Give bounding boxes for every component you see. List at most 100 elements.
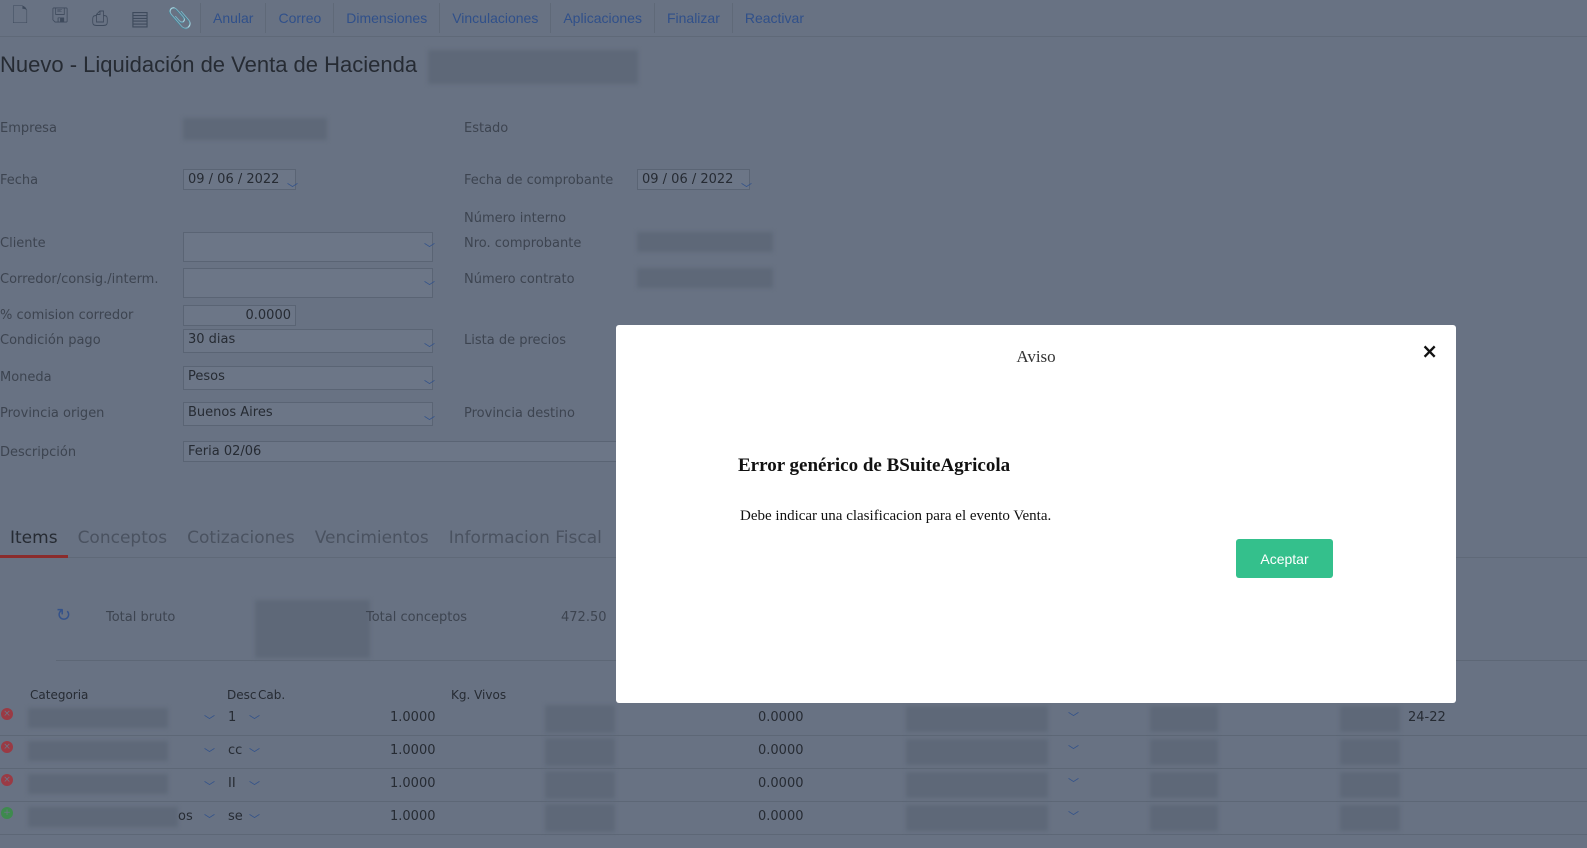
tab-cotizaciones[interactable]: Cotizaciones [177,524,305,558]
remove-row-icon[interactable]: × [1,774,13,786]
cab-value[interactable]: 1.0000 [390,710,436,725]
redacted [1340,772,1400,798]
chevron-down-icon[interactable]: ﹀ [249,811,260,827]
corredor-label: Corredor/consig./interm. [0,272,159,287]
attach-icon[interactable]: 📎 [160,3,200,33]
lista-precios-label: Lista de precios [464,333,567,348]
redacted [1150,706,1218,732]
chevron-down-icon[interactable]: ﹀ [287,180,298,196]
chevron-down-icon[interactable]: ﹀ [424,340,435,356]
cab-value[interactable]: 1.0000 [390,809,436,824]
remove-row-icon[interactable]: × [1,741,13,753]
save-icon[interactable]: 🖫 [40,3,80,33]
value-2[interactable]: 0.0000 [758,809,804,824]
tab-informacion-fiscal[interactable]: Informacion Fiscal [439,524,612,558]
tab-conceptos[interactable]: Conceptos [68,524,178,558]
chevron-down-icon[interactable]: ﹀ [249,745,260,761]
chevron-down-icon[interactable]: ﹀ [424,278,435,294]
tab-vencimientos[interactable]: Vencimientos [305,524,439,558]
categoria-select[interactable] [28,708,168,728]
chevron-down-icon[interactable]: ﹀ [1068,808,1079,824]
desc-value[interactable]: se [228,809,243,824]
chevron-down-icon[interactable]: ﹀ [1068,709,1079,725]
fecha-input[interactable]: 09 / 06 / 2022 [183,169,296,190]
nro-comprobante-input[interactable] [637,232,773,252]
report-icon[interactable]: ▤ [120,3,160,33]
total-conceptos-value: 472.50 [561,610,607,625]
provincia-origen-select[interactable]: Buenos Aires [183,402,433,426]
redacted [1150,739,1218,765]
chevron-down-icon[interactable]: ﹀ [249,712,260,728]
chevron-down-icon[interactable]: ﹀ [424,413,435,429]
chevron-down-icon[interactable]: ﹀ [204,811,215,827]
desc-value[interactable]: II [228,776,236,791]
desc-value[interactable]: 1 [228,710,236,725]
empresa-value [183,118,327,140]
aplicaciones-link[interactable]: Aplicaciones [550,3,654,33]
tab-items[interactable]: Items [0,524,68,558]
toolbar: 🗋 🖫 ⎙ ▤ 📎 Anular Correo Dimensiones Vinc… [0,0,1587,37]
comision-input[interactable]: 0.0000 [183,305,296,326]
descripcion-label: Descripción [0,445,77,460]
new-document-icon[interactable]: 🗋 [0,3,40,33]
table-row: × ﹀ II ﹀ 1.0000 0.0000 ﹀ [0,769,1587,802]
estado-label: Estado [464,121,509,136]
col-cab: Cab. [258,688,286,702]
categoria-suffix: os [178,809,193,824]
categoria-select[interactable] [28,741,168,761]
chevron-down-icon[interactable]: ﹀ [204,712,215,728]
cliente-select[interactable] [183,232,433,262]
numero-contrato-input[interactable] [637,268,773,288]
redacted [1340,706,1400,732]
categoria-select[interactable] [28,774,168,794]
moneda-label: Moneda [0,370,52,385]
reactivar-link[interactable]: Reactivar [731,3,816,33]
numero-contrato-label: Número contrato [464,272,575,287]
kg-value [545,705,615,733]
redacted [906,706,1048,732]
chevron-down-icon[interactable]: ﹀ [204,778,215,794]
fecha-comprobante-label: Fecha de comprobante [464,173,614,188]
finalizar-link[interactable]: Finalizar [653,3,732,33]
categoria-select[interactable] [28,807,178,827]
corredor-select[interactable] [183,268,433,298]
anular-link[interactable]: Anular [200,3,265,33]
close-icon[interactable]: × [1421,339,1438,363]
chevron-down-icon[interactable]: ﹀ [424,240,435,256]
page-title: Nuevo - Liquidación de Venta de Hacienda [0,52,418,77]
dialog-title: Aviso [1016,347,1056,366]
add-row-icon[interactable]: + [1,807,13,819]
chevron-down-icon[interactable]: ﹀ [424,377,435,393]
condicion-select[interactable]: 30 dias [183,329,433,353]
desc-value[interactable]: cc [228,743,242,758]
comision-label: % comision corredor [0,308,134,323]
table-row: × ﹀ cc ﹀ 1.0000 0.0000 ﹀ [0,736,1587,769]
chevron-down-icon[interactable]: ﹀ [204,745,215,761]
kg-value [545,804,615,832]
vinculaciones-link[interactable]: Vinculaciones [439,3,550,33]
condicion-label: Condición pago [0,333,101,348]
value-2[interactable]: 0.0000 [758,710,804,725]
extra-value: 24-22 [1408,710,1446,725]
fecha-comprobante-input[interactable]: 09 / 06 / 2022 [637,169,750,190]
descripcion-input[interactable]: Feria 02/06 [183,441,623,462]
print-icon[interactable]: ⎙ [80,3,120,33]
remove-row-icon[interactable]: × [1,708,13,720]
kg-value [545,771,615,799]
refresh-icon[interactable]: ↻ [56,605,71,626]
value-2[interactable]: 0.0000 [758,743,804,758]
dimensiones-link[interactable]: Dimensiones [333,3,439,33]
chevron-down-icon[interactable]: ﹀ [1068,742,1079,758]
cab-value[interactable]: 1.0000 [390,776,436,791]
redacted [428,50,638,84]
col-desc: Desc [227,688,257,702]
cab-value[interactable]: 1.0000 [390,743,436,758]
accept-button[interactable]: Aceptar [1236,539,1333,578]
chevron-down-icon[interactable]: ﹀ [741,180,752,196]
chevron-down-icon[interactable]: ﹀ [249,778,260,794]
value-2[interactable]: 0.0000 [758,776,804,791]
chevron-down-icon[interactable]: ﹀ [1068,775,1079,791]
moneda-select[interactable]: Pesos [183,366,433,390]
redacted [906,805,1048,831]
correo-link[interactable]: Correo [265,3,333,33]
